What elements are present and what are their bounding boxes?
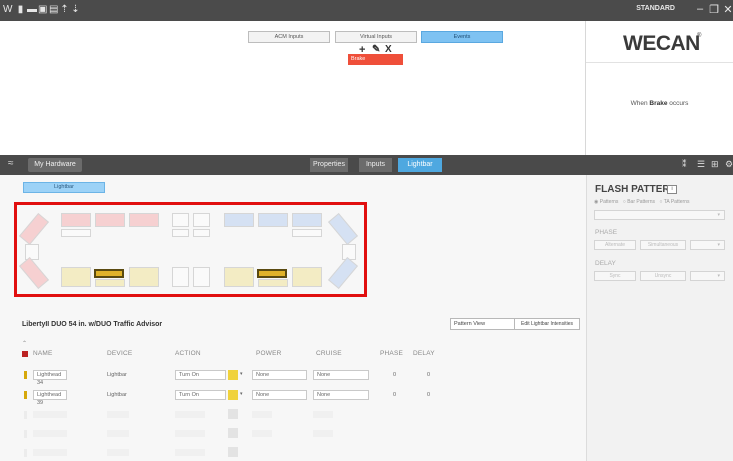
phase-simultaneous-button[interactable]: Simultaneous	[640, 240, 686, 250]
lightbar-chip[interactable]: Lightbar	[23, 182, 105, 193]
tab-virtual-inputs[interactable]: Virtual Inputs	[335, 31, 417, 43]
placeholder-cell	[107, 411, 129, 418]
radio-bar-patterns[interactable]: ○ Bar Patterns	[623, 199, 655, 205]
placeholder-cell	[107, 430, 129, 437]
phase-select[interactable]: ▾	[690, 240, 725, 250]
delay-unsync-button[interactable]: Unsync	[640, 271, 686, 281]
column-header: POWER	[256, 350, 282, 357]
restore-icon[interactable]: ❐	[707, 3, 721, 16]
color-marker-icon	[22, 351, 28, 357]
tab-acm-inputs[interactable]: ACM Inputs	[248, 31, 330, 43]
open-folder-icon[interactable]: ▬	[27, 4, 37, 16]
phase-cell[interactable]: 0	[393, 392, 396, 398]
placeholder-cell	[313, 430, 333, 437]
new-file-icon[interactable]: ▮	[16, 4, 25, 16]
name-input[interactable]: Lighthead 39	[33, 390, 67, 406]
minimize-icon[interactable]: –	[693, 3, 707, 15]
placeholder-cell	[228, 409, 238, 419]
column-header: NAME	[33, 350, 53, 357]
zoom-view-icon[interactable]: ⊞	[711, 159, 719, 170]
placeholder-cell	[33, 449, 67, 456]
info-icon[interactable]: i	[667, 185, 677, 194]
column-header: DELAY	[413, 350, 435, 357]
registered-mark-icon: ®	[697, 33, 702, 39]
pattern-select[interactable]: ▾	[594, 210, 725, 220]
radio-patterns[interactable]: ◉ Patterns	[594, 199, 618, 205]
tab-properties[interactable]: Properties	[310, 158, 348, 172]
device-title: LibertyII DUO 54 in. w/DUO Traffic Advis…	[22, 321, 163, 328]
placeholder-cell	[33, 411, 67, 418]
tab-lightbar[interactable]: Lightbar	[398, 158, 442, 172]
placeholder-cell	[252, 411, 272, 418]
placeholder-cell	[33, 430, 67, 437]
power-select[interactable]: None	[252, 370, 307, 380]
column-header: PHASE	[380, 350, 404, 357]
column-header: DEVICE	[107, 350, 133, 357]
chevron-down-icon[interactable]: ▾	[240, 391, 243, 397]
phase-alternate-button[interactable]: Alternate	[594, 240, 636, 250]
tab-inputs[interactable]: Inputs	[359, 158, 392, 172]
event-chip-brake[interactable]: Brake	[348, 54, 403, 65]
divider	[586, 62, 733, 63]
delay-select[interactable]: ▾	[690, 271, 725, 281]
close-icon[interactable]: ✕	[721, 3, 733, 16]
placeholder-cell	[175, 430, 205, 437]
download-icon[interactable]: ⇣	[71, 4, 80, 16]
delay-label: DELAY	[595, 260, 616, 267]
selection-highlight	[14, 202, 367, 297]
device-cell: Lightbar	[107, 392, 127, 398]
save-icon[interactable]: ▣	[38, 4, 47, 16]
phase-label: PHASE	[595, 229, 618, 236]
pattern-list-icon[interactable]: ⁑	[682, 159, 687, 170]
delay-sync-button[interactable]: Sync	[594, 271, 636, 281]
row-color-bar	[24, 449, 27, 457]
event-description: When Brake occurs	[630, 100, 689, 107]
row-color-bar	[24, 411, 27, 419]
placeholder-cell	[107, 449, 129, 456]
power-select[interactable]: None	[252, 390, 307, 400]
placeholder-cell	[313, 411, 333, 418]
chevron-down-icon[interactable]: ▾	[240, 371, 243, 377]
app-logo-icon: W	[3, 4, 13, 15]
print-icon[interactable]: ▤	[49, 4, 58, 16]
placeholder-cell	[175, 449, 205, 456]
row-color-bar	[24, 371, 27, 379]
brand-logo: WECAN	[623, 32, 700, 55]
placeholder-cell	[228, 428, 238, 438]
column-header: CRUISE	[316, 350, 342, 357]
row-color-bar	[24, 391, 27, 399]
placeholder-cell	[228, 447, 238, 457]
pattern-type-radios: ◉ Patterns ○ Bar Patterns ○ TA Patterns	[594, 199, 689, 205]
column-header: ACTION	[175, 350, 201, 357]
name-input[interactable]: Lighthead 34	[33, 370, 67, 386]
title-bar	[0, 0, 733, 21]
list-view-icon[interactable]: ☰	[697, 159, 705, 170]
device-cell: Lightbar	[107, 372, 127, 378]
placeholder-cell	[252, 430, 272, 437]
action-select[interactable]: Turn On	[175, 390, 226, 400]
row-color-bar	[24, 430, 27, 438]
delay-cell[interactable]: 0	[427, 372, 430, 378]
view-select[interactable]: Pattern View▼	[450, 318, 524, 330]
phase-cell[interactable]: 0	[393, 372, 396, 378]
color-swatch[interactable]	[228, 390, 238, 400]
upload-icon[interactable]: ⇡	[60, 4, 69, 16]
settings-gear-icon[interactable]: ⚙	[725, 159, 733, 170]
cruise-select[interactable]: None	[313, 390, 369, 400]
edit-lightbar-intensities-button[interactable]: Edit Lightbar Intensities	[514, 318, 580, 330]
mode-label[interactable]: STANDARD	[636, 5, 675, 12]
color-swatch[interactable]	[228, 370, 238, 380]
collapse-chevron-icon[interactable]: ≈	[8, 158, 14, 169]
placeholder-cell	[175, 411, 205, 418]
expand-chevron-icon[interactable]: ⌃	[22, 340, 27, 347]
cruise-select[interactable]: None	[313, 370, 369, 380]
radio-ta-patterns[interactable]: ○ TA Patterns	[659, 199, 689, 205]
my-hardware-button[interactable]: My Hardware	[28, 158, 82, 172]
flash-pattern-title: FLASH PATTERN	[595, 184, 677, 195]
tab-events[interactable]: Events	[421, 31, 503, 43]
action-select[interactable]: Turn On	[175, 370, 226, 380]
delay-cell[interactable]: 0	[427, 392, 430, 398]
